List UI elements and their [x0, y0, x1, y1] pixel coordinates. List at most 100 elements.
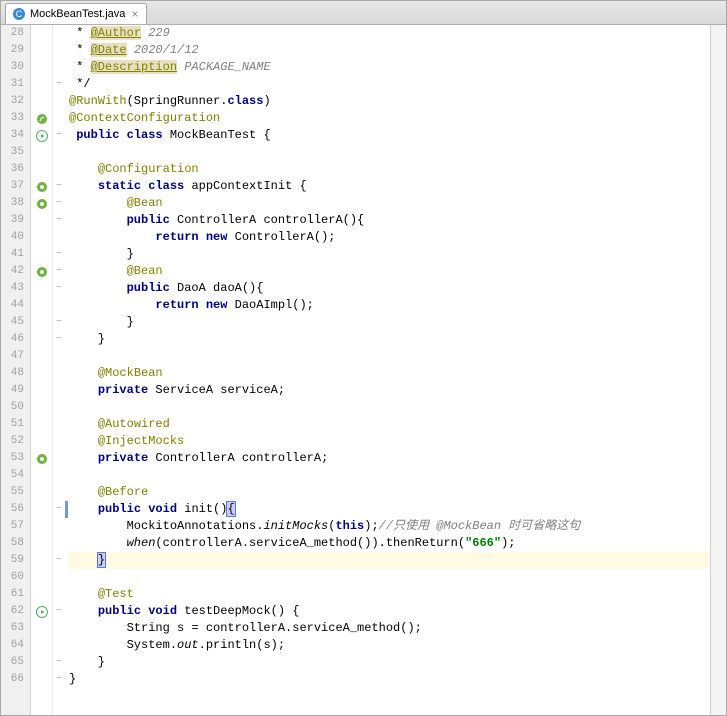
line-number[interactable]: 28	[1, 25, 24, 42]
code-line[interactable]: public void init(){	[65, 501, 710, 518]
code-line[interactable]: * @Author 229	[69, 25, 710, 42]
line-number[interactable]: 43	[1, 280, 24, 297]
line-number[interactable]: 62	[1, 603, 24, 620]
fold-toggle[interactable]: −	[53, 246, 65, 263]
line-number[interactable]: 35	[1, 144, 24, 161]
spring-gutter-icon[interactable]	[31, 110, 52, 127]
code-line[interactable]: public void testDeepMock() {	[69, 603, 710, 620]
code-content[interactable]: * @Author 229 * @Date 2020/1/12 * @Descr…	[65, 25, 710, 715]
fold-toggle[interactable]: −	[53, 212, 65, 229]
fold-toggle[interactable]: −	[53, 331, 65, 348]
line-number[interactable]: 61	[1, 586, 24, 603]
code-line[interactable]: }	[69, 314, 710, 331]
line-number[interactable]: 42	[1, 263, 24, 280]
line-number[interactable]: 37	[1, 178, 24, 195]
line-number[interactable]: 65	[1, 654, 24, 671]
code-line[interactable]: public DaoA daoA(){	[69, 280, 710, 297]
code-line[interactable]	[69, 399, 710, 416]
run-gutter-icon[interactable]	[31, 127, 52, 144]
line-number[interactable]: 52	[1, 433, 24, 450]
bean-gutter-icon[interactable]	[31, 178, 52, 195]
line-number[interactable]: 46	[1, 331, 24, 348]
code-line[interactable]: @InjectMocks	[69, 433, 710, 450]
code-line[interactable]: * @Date 2020/1/12	[69, 42, 710, 59]
line-number[interactable]: 59	[1, 552, 24, 569]
line-number[interactable]: 58	[1, 535, 24, 552]
code-line[interactable]: * @Description PACKAGE_NAME	[69, 59, 710, 76]
bean-gutter-icon[interactable]	[31, 450, 52, 467]
fold-column[interactable]: −−−−−−−−−−−−−−−	[53, 25, 65, 715]
code-line[interactable]: private ControllerA controllerA;	[69, 450, 710, 467]
line-number[interactable]: 39	[1, 212, 24, 229]
code-line[interactable]: @Test	[69, 586, 710, 603]
code-line[interactable]: public class MockBeanTest {	[69, 127, 710, 144]
code-line[interactable]: @RunWith(SpringRunner.class)	[69, 93, 710, 110]
fold-toggle[interactable]: −	[53, 603, 65, 620]
line-number[interactable]: 64	[1, 637, 24, 654]
fold-toggle[interactable]: −	[53, 671, 65, 688]
line-number[interactable]: 55	[1, 484, 24, 501]
line-number[interactable]: 66	[1, 671, 24, 688]
code-line[interactable]: @Autowired	[69, 416, 710, 433]
code-line[interactable]: @ContextConfiguration	[69, 110, 710, 127]
line-number[interactable]: 57	[1, 518, 24, 535]
code-line[interactable]: }	[69, 671, 710, 688]
code-line[interactable]	[69, 348, 710, 365]
line-number[interactable]: 36	[1, 161, 24, 178]
bean-gutter-icon[interactable]	[31, 195, 52, 212]
line-number-gutter[interactable]: 2829303132333435363738394041424344454647…	[1, 25, 31, 715]
code-line[interactable]: static class appContextInit {	[69, 178, 710, 195]
code-line[interactable]: public ControllerA controllerA(){	[69, 212, 710, 229]
line-number[interactable]: 50	[1, 399, 24, 416]
fold-toggle[interactable]: −	[53, 195, 65, 212]
fold-toggle[interactable]: −	[53, 76, 65, 93]
code-line[interactable]	[69, 467, 710, 484]
code-line[interactable]: }	[69, 331, 710, 348]
scrollbar[interactable]	[710, 25, 726, 715]
line-number[interactable]: 48	[1, 365, 24, 382]
code-line[interactable]: MockitoAnnotations.initMocks(this);//只使用…	[69, 518, 710, 535]
line-number[interactable]: 41	[1, 246, 24, 263]
fold-toggle[interactable]: −	[53, 501, 65, 518]
line-number[interactable]: 51	[1, 416, 24, 433]
code-line[interactable]: @Bean	[69, 195, 710, 212]
code-line[interactable]: private ServiceA serviceA;	[69, 382, 710, 399]
line-number[interactable]: 33	[1, 110, 24, 127]
line-number[interactable]: 31	[1, 76, 24, 93]
line-number[interactable]: 32	[1, 93, 24, 110]
code-line[interactable]: }	[69, 654, 710, 671]
fold-toggle[interactable]: −	[53, 263, 65, 280]
code-line[interactable]: @Configuration	[69, 161, 710, 178]
line-number[interactable]: 53	[1, 450, 24, 467]
code-line[interactable]	[69, 569, 710, 586]
fold-toggle[interactable]: −	[53, 654, 65, 671]
line-number[interactable]: 45	[1, 314, 24, 331]
line-number[interactable]: 40	[1, 229, 24, 246]
code-line[interactable]	[69, 144, 710, 161]
code-line[interactable]: */	[69, 76, 710, 93]
code-line[interactable]: @Bean	[69, 263, 710, 280]
code-line[interactable]: @Before	[69, 484, 710, 501]
code-line[interactable]: @MockBean	[69, 365, 710, 382]
code-line[interactable]: System.out.println(s);	[69, 637, 710, 654]
code-line[interactable]: when(controllerA.serviceA_method()).then…	[69, 535, 710, 552]
fold-toggle[interactable]: −	[53, 280, 65, 297]
line-number[interactable]: 49	[1, 382, 24, 399]
line-number[interactable]: 63	[1, 620, 24, 637]
line-number[interactable]: 56	[1, 501, 24, 518]
file-tab[interactable]: C MockBeanTest.java ×	[5, 3, 147, 24]
code-line[interactable]: return new ControllerA();	[69, 229, 710, 246]
close-icon[interactable]: ×	[129, 7, 140, 21]
bean-gutter-icon[interactable]	[31, 263, 52, 280]
code-line[interactable]: }	[69, 552, 710, 569]
line-number[interactable]: 60	[1, 569, 24, 586]
line-number[interactable]: 38	[1, 195, 24, 212]
line-number[interactable]: 29	[1, 42, 24, 59]
fold-toggle[interactable]: −	[53, 552, 65, 569]
line-number[interactable]: 47	[1, 348, 24, 365]
fold-toggle[interactable]: −	[53, 178, 65, 195]
fold-toggle[interactable]: −	[53, 127, 65, 144]
line-number[interactable]: 54	[1, 467, 24, 484]
gutter-icon-column[interactable]	[31, 25, 53, 715]
code-line[interactable]: }	[69, 246, 710, 263]
